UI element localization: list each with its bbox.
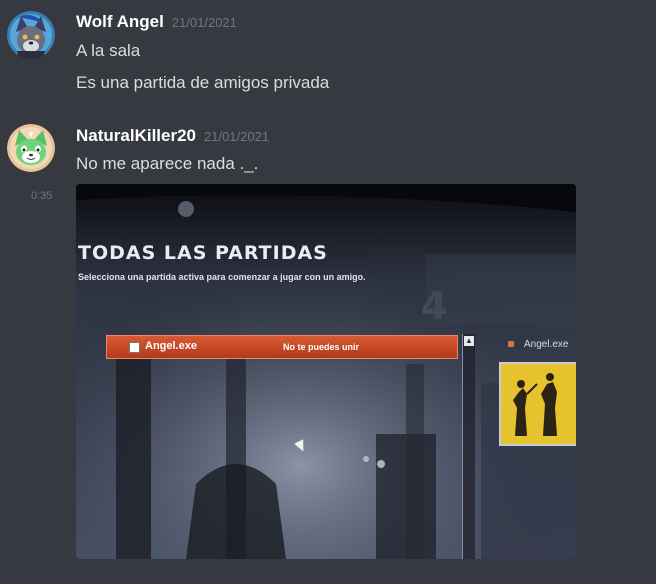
lobby-row-selected: Angel.exe No te puedes unir (106, 335, 458, 359)
lobby-row-status: No te puedes unir (283, 342, 360, 352)
author-name-text[interactable]: NaturalKiller20 (76, 126, 196, 145)
wolf-avatar-image (7, 11, 55, 59)
row-checkbox-icon (129, 342, 140, 353)
side-player-name: Angel.exe (524, 339, 569, 350)
message-text: No me aparece nada ._. (76, 154, 259, 173)
player-marker-icon (508, 341, 514, 347)
cat-avatar[interactable] (7, 124, 55, 172)
game-scrollbar: ▲ (462, 334, 475, 559)
message-timestamp: 21/01/2021 (171, 15, 237, 30)
silhouette-figures (501, 364, 576, 444)
image-attachment[interactable]: 4 TODAS LAS PARTIDAS Selecciona una part… (76, 184, 576, 559)
game-screen-title: TODAS LAS PARTIDAS (78, 242, 328, 264)
message-text: A la sala (76, 41, 141, 60)
message-timestamp: 21/01/2021 (204, 129, 270, 144)
message-text: Es una partida de amigos privada (76, 73, 330, 92)
game-screen-subtitle: Selecciona una partida activa para comen… (78, 272, 366, 282)
cat-avatar-image (7, 124, 55, 172)
author-name[interactable]: Wolf Angel 21/01/2021 (76, 12, 237, 32)
hover-timestamp: 0:35 (31, 190, 53, 202)
map-thumbnail (499, 362, 576, 446)
lobby-row-name: Angel.exe (145, 340, 197, 352)
author-name-text[interactable]: Wolf Angel (76, 12, 164, 31)
author-name[interactable]: NaturalKiller20 21/01/2021 (76, 126, 269, 146)
wolf-avatar[interactable] (7, 11, 55, 59)
scroll-up-icon: ▲ (464, 336, 474, 346)
